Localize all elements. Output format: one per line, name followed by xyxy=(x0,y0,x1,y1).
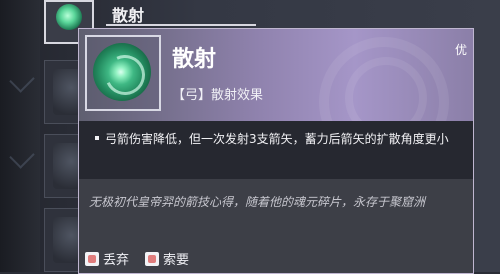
rarity-badge: 优 xyxy=(454,43,467,57)
green-swirl-icon xyxy=(93,43,151,101)
item-description: 弓箭伤害降低，但一次发射3支箭矢，蓄力后箭矢的扩散角度更小 xyxy=(79,121,473,179)
discard-icon xyxy=(85,251,99,266)
bullet-icon xyxy=(95,136,99,140)
tooltip-header: 散射 【弓】散射效果 优 xyxy=(79,29,473,167)
lore-text: 无极初代皇帝羿的箭技心得，随着他的魂元碎片，永存于聚窟洲 xyxy=(89,195,426,209)
item-tooltip: 散射 【弓】散射效果 优 弓箭伤害降低，但一次发射3支箭矢，蓄力后箭矢的扩散角度… xyxy=(78,28,474,274)
description-text: 弓箭伤害降低，但一次发射3支箭矢，蓄力后箭矢的扩散角度更小 xyxy=(105,132,449,146)
item-subtitle: 【弓】散射效果 xyxy=(172,88,264,103)
chevron-icon xyxy=(9,67,35,93)
discard-button[interactable]: 丢弃 xyxy=(85,249,129,268)
item-title: 散射 xyxy=(172,47,217,72)
item-lore: 无极初代皇帝羿的箭技心得，随着他的魂元碎片，永存于聚窟洲 xyxy=(79,189,473,241)
discard-label: 丢弃 xyxy=(103,253,130,268)
item-icon-frame xyxy=(85,35,161,111)
left-nav-strip xyxy=(0,0,40,272)
tooltip-actions: 丢弃 索要 xyxy=(79,243,473,273)
chevron-icon xyxy=(9,143,35,169)
selected-slot-label: 散射 xyxy=(112,6,145,25)
request-label: 索要 xyxy=(163,253,190,268)
request-button[interactable]: 索要 xyxy=(145,249,189,268)
green-swirl-icon xyxy=(56,4,82,30)
request-icon xyxy=(145,251,159,266)
